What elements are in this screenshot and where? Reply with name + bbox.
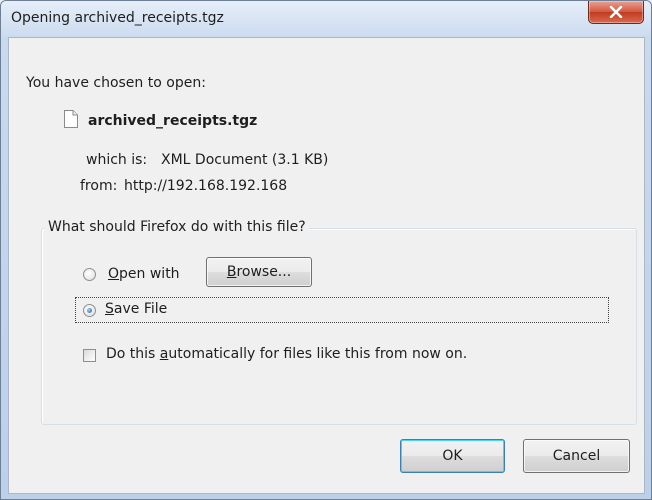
file-action-question: What should Firefox do with this file? [45,219,309,235]
ok-button[interactable]: OK [400,439,505,473]
file-type-value: XML Document (3.1 KB) [161,152,329,168]
file-source-url: http://192.168.192.168 [124,178,288,194]
title-bar[interactable]: Opening archived_receipts.tgz [1,1,651,36]
open-with-radio[interactable] [83,268,96,281]
auto-checkbox[interactable] [83,349,96,362]
close-button[interactable] [588,1,644,24]
intro-text: You have chosen to open: [26,75,206,91]
browse-button[interactable]: Browse... [206,257,312,287]
auto-pre: Do this [106,346,160,362]
save-file-rest: ave File [113,301,168,317]
auto-checkbox-label[interactable]: Do this automatically for files like thi… [106,346,467,362]
browse-accel: B [226,264,237,280]
download-dialog: Opening archived_receipts.tgz You have c… [0,0,652,500]
file-name: archived_receipts.tgz [88,113,258,129]
dialog-body: You have chosen to open: archived_receip… [8,37,645,494]
file-type-label: which is: [86,152,148,168]
file-icon [64,110,78,128]
close-icon [609,6,623,18]
open-with-rest: pen with [119,266,180,282]
file-source-label: from: [80,178,118,194]
save-file-radio[interactable] [83,304,96,317]
open-with-label[interactable]: Open with [108,266,180,282]
open-with-accel: O [108,266,120,282]
cancel-button[interactable]: Cancel [523,439,630,473]
save-file-accel: S [105,301,114,317]
save-file-label[interactable]: Save File [105,301,167,317]
file-action-group: What should Firefox do with this file? [41,219,637,425]
dialog-title: Opening archived_receipts.tgz [11,10,224,26]
auto-post: utomatically for files like this from no… [168,346,468,362]
browse-rest: rowse... [236,264,292,280]
